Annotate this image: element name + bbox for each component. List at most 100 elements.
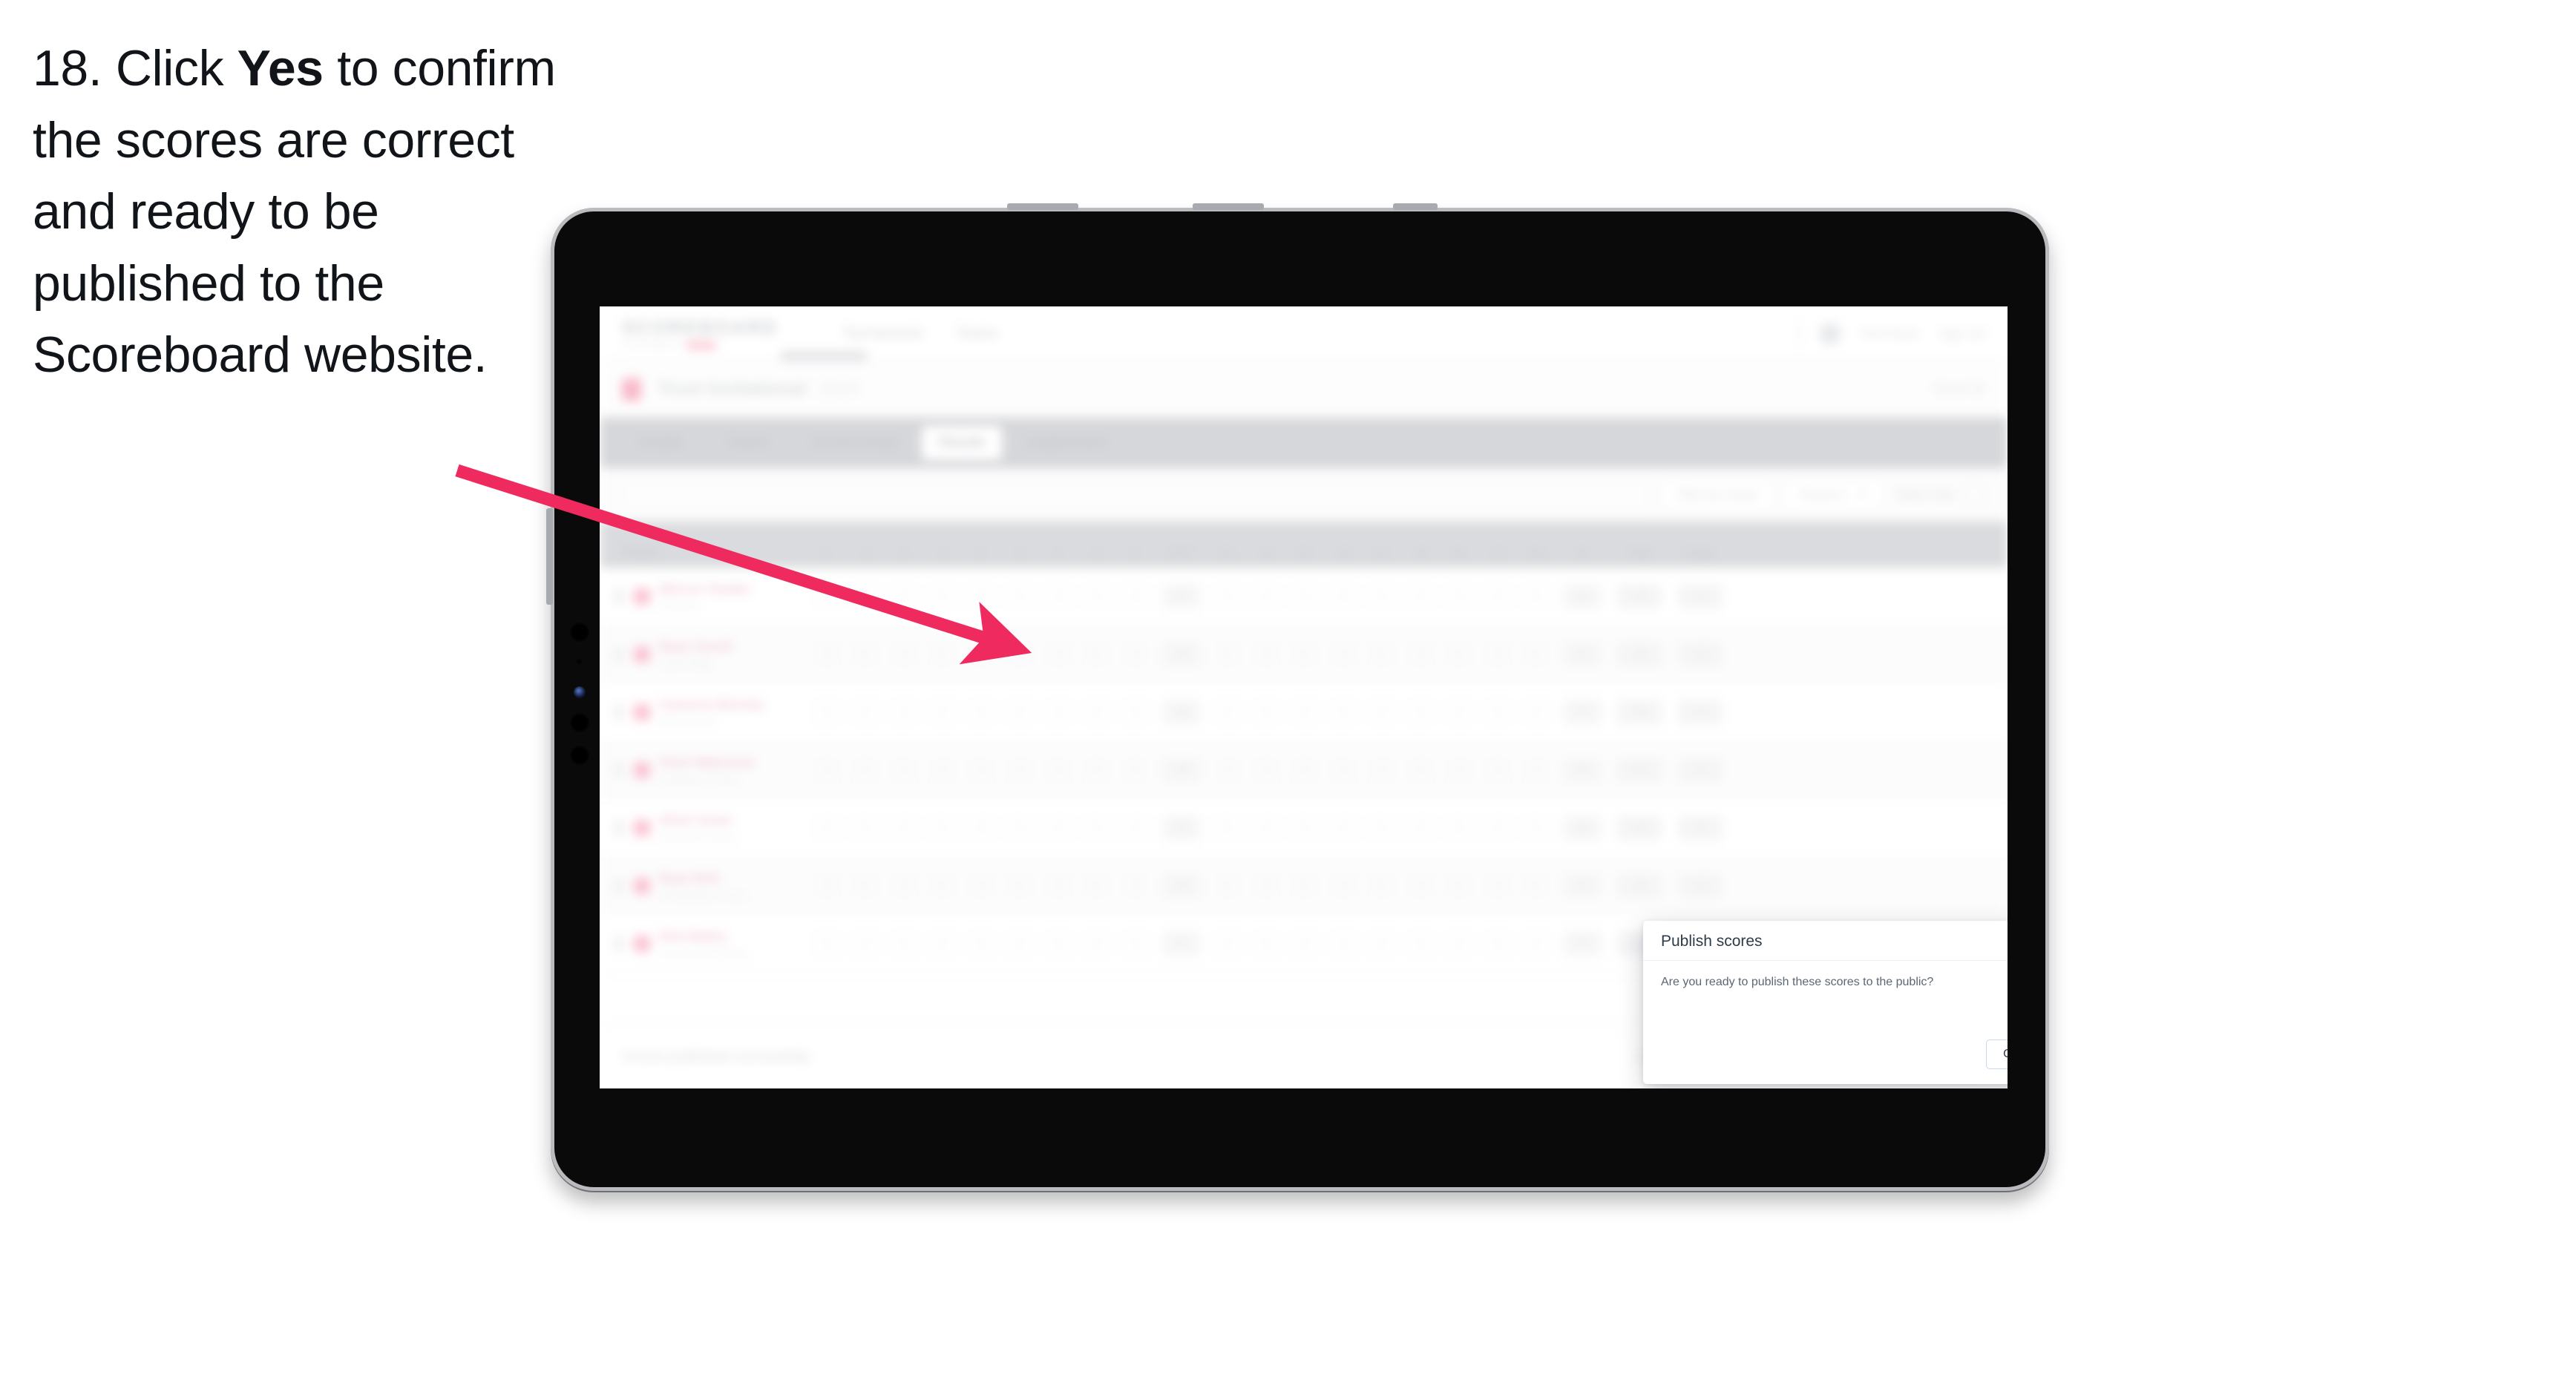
score-cell[interactable]: 4 [1478, 815, 1517, 841]
score-cell[interactable]: 5 [1324, 583, 1363, 609]
score-cell[interactable]: 5 [962, 641, 1000, 667]
score-cell[interactable]: 5 [1116, 583, 1155, 609]
score-cell[interactable]: 4 [1401, 583, 1440, 609]
score-cell[interactable]: 4 [1285, 930, 1324, 956]
score-cell[interactable]: 5 [1401, 757, 1440, 783]
score-cell[interactable]: 4 [962, 699, 1000, 725]
score-cell[interactable]: 4 [1363, 815, 1401, 841]
score-cell[interactable]: 3 [1000, 815, 1039, 841]
score-cell[interactable]: 4 [1078, 815, 1116, 841]
score-cell[interactable]: 3 [885, 873, 923, 899]
table-row[interactable]: Cameron Brierley Belmont Park 4 4 3 5 4 5 3 4 4 36 4… [600, 683, 2008, 741]
score-cell[interactable]: 4 [1208, 757, 1247, 783]
score-cell[interactable]: 5 [1363, 930, 1401, 956]
table-row[interactable]: Ryan Farrell Laurel Ridge 5 4 4 3 5 4 4 5 4 38 3 5 4 4 5… [600, 625, 2008, 683]
score-cell[interactable]: 4 [807, 930, 846, 956]
score-cell[interactable]: 4 [923, 757, 962, 783]
score-cell[interactable]: 5 [923, 699, 962, 725]
score-cell[interactable]: 4 [1039, 930, 1078, 956]
score-cell[interactable]: 3 [1247, 757, 1285, 783]
tab-results[interactable]: Results [922, 426, 1003, 460]
score-cell[interactable]: 3 [885, 699, 923, 725]
score-cell[interactable]: 4 [923, 815, 962, 841]
score-cell[interactable]: 5 [846, 757, 885, 783]
score-cell[interactable]: 4 [846, 873, 885, 899]
score-cell[interactable]: 4 [1440, 873, 1478, 899]
score-cell[interactable]: 4 [1000, 583, 1039, 609]
nav-sign-out[interactable]: Sign out [1939, 326, 1985, 341]
tab-course-setup[interactable]: Course Setup [796, 426, 914, 460]
drag-handle-icon[interactable] [613, 646, 625, 663]
score-cell[interactable]: 4 [923, 930, 962, 956]
brand-logo[interactable]: SCOREBOARD TOURNAMENT [622, 318, 779, 349]
cancel-button[interactable]: Cancel [1986, 1040, 2008, 1069]
score-cell[interactable]: 5 [1000, 699, 1039, 725]
score-cell[interactable]: 4 [1440, 641, 1478, 667]
score-cell[interactable]: 5 [1116, 873, 1155, 899]
tab-leaderboard[interactable]: Leaderboard [1009, 426, 1122, 460]
score-cell[interactable]: 4 [1247, 930, 1285, 956]
score-cell[interactable]: 4 [1440, 699, 1478, 725]
score-cell[interactable]: 3 [1440, 583, 1478, 609]
score-cell[interactable]: 5 [1324, 699, 1363, 725]
score-cell[interactable]: 4 [1517, 930, 1556, 956]
score-cell[interactable]: 4 [1000, 873, 1039, 899]
score-cell[interactable]: 4 [1208, 583, 1247, 609]
score-cell[interactable]: 4 [1517, 815, 1556, 841]
score-cell[interactable]: 4 [1116, 815, 1155, 841]
score-cell[interactable]: 5 [1039, 873, 1078, 899]
score-cell[interactable]: 4 [1401, 699, 1440, 725]
score-cell[interactable]: 3 [885, 583, 923, 609]
score-cell[interactable]: 3 [846, 930, 885, 956]
score-cell[interactable]: 4 [1285, 641, 1324, 667]
table-row[interactable]: Oliver Grant Hartwood Country 4 4 4 4 5 3 4 4 4 36 5… [600, 799, 2008, 857]
filter-by-round-select[interactable]: Filter by round [1660, 479, 1773, 510]
drag-handle-icon[interactable] [613, 935, 625, 952]
drag-handle-icon[interactable] [613, 819, 625, 836]
score-cell[interactable]: 5 [1078, 641, 1116, 667]
score-cell[interactable]: 4 [846, 641, 885, 667]
score-cell[interactable]: 4 [923, 583, 962, 609]
score-cell[interactable]: 4 [1078, 583, 1116, 609]
score-cell[interactable]: 4 [1000, 757, 1039, 783]
score-cell[interactable]: 5 [1478, 641, 1517, 667]
drag-handle-icon[interactable] [613, 761, 625, 778]
score-cell[interactable]: 4 [846, 699, 885, 725]
score-cell[interactable]: 4 [962, 873, 1000, 899]
score-cell[interactable]: 5 [1208, 815, 1247, 841]
score-cell[interactable]: 5 [1517, 583, 1556, 609]
score-cell[interactable]: 5 [807, 873, 846, 899]
score-cell[interactable]: 4 [1324, 641, 1363, 667]
score-cell[interactable]: 5 [807, 641, 846, 667]
score-cell[interactable]: 4 [1000, 641, 1039, 667]
score-cell[interactable]: 5 [1478, 930, 1517, 956]
score-cell[interactable]: 3 [1285, 873, 1324, 899]
score-cell[interactable]: 4 [1116, 699, 1155, 725]
score-cell[interactable]: 4 [1208, 699, 1247, 725]
score-cell[interactable]: 4 [1078, 873, 1116, 899]
score-cell[interactable]: 5 [1440, 815, 1478, 841]
score-cell[interactable]: 4 [1517, 641, 1556, 667]
score-cell[interactable]: 4 [1247, 583, 1285, 609]
score-cell[interactable]: 5 [1078, 757, 1116, 783]
score-cell[interactable]: 4 [1324, 815, 1363, 841]
event-id-label[interactable]: Event ID [1934, 381, 1985, 397]
score-cell[interactable]: 5 [1517, 699, 1556, 725]
drag-handle-icon[interactable] [613, 877, 625, 894]
score-cell[interactable]: 4 [1517, 873, 1556, 899]
score-cell[interactable]: 5 [1247, 873, 1285, 899]
drag-handle-icon[interactable] [613, 703, 625, 720]
table-row[interactable]: Marcus Tanaka Pinehurst 4 5 3 4 5 4 3 4 5 37 4 4 3 5 4 4 3… [600, 568, 2008, 625]
score-cell[interactable]: 4 [1247, 699, 1285, 725]
search-input[interactable] [622, 479, 1649, 510]
score-cell[interactable]: 4 [1478, 699, 1517, 725]
tab-details[interactable]: Details [620, 426, 701, 460]
score-cell[interactable]: 5 [885, 930, 923, 956]
score-cell[interactable]: 3 [1401, 641, 1440, 667]
score-cell[interactable]: 3 [1478, 757, 1517, 783]
score-cell[interactable]: 5 [962, 815, 1000, 841]
score-cell[interactable]: 4 [1324, 757, 1363, 783]
score-cell[interactable]: 4 [1247, 815, 1285, 841]
score-cell[interactable]: 5 [1000, 930, 1039, 956]
score-cell[interactable]: 4 [807, 699, 846, 725]
